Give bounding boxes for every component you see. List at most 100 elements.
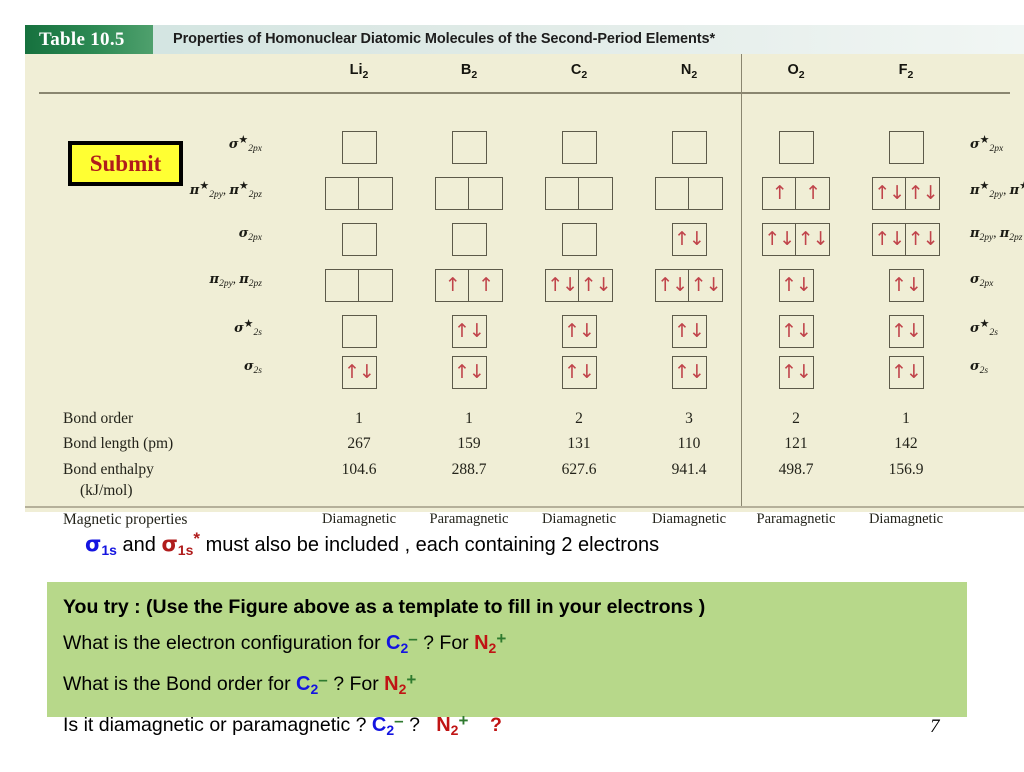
electron-box[interactable]: ↑↓ bbox=[671, 223, 707, 256]
orbital-cell-pi-2p-or-sigma-2px-col4[interactable]: ↑↓ bbox=[778, 269, 814, 302]
electron-box[interactable]: ↑↓ bbox=[671, 356, 707, 389]
orbital-cell-sigma-star-2s-col4[interactable]: ↑↓ bbox=[778, 315, 814, 348]
electron-box[interactable]: ↑↓ bbox=[795, 223, 831, 256]
electron-box[interactable]: ↑↓ bbox=[905, 223, 941, 256]
orbital-cell-sigma-star-2s-col0[interactable] bbox=[341, 315, 377, 348]
orbital-cell-sigma-2px-or-pi-2p-col4[interactable]: ↑↓ ↑↓ bbox=[761, 223, 831, 256]
electron-box[interactable] bbox=[341, 131, 377, 164]
orbital-cell-sigma-2s-col4[interactable]: ↑↓ bbox=[778, 356, 814, 389]
page-number: 7 bbox=[930, 716, 940, 737]
orbital-cell-sigma-star-2px-col2[interactable] bbox=[561, 131, 597, 164]
orbital-cell-pi-star-2p-col3[interactable] bbox=[654, 177, 724, 210]
submit-button[interactable]: Submit bbox=[68, 141, 183, 186]
electron-box[interactable] bbox=[358, 177, 394, 210]
electron-box[interactable] bbox=[671, 131, 707, 164]
orbital-cell-pi-star-2p-col0[interactable] bbox=[324, 177, 394, 210]
electron-box[interactable]: ↑↓ bbox=[761, 223, 797, 256]
electron-box[interactable]: ↑↓ bbox=[341, 356, 377, 389]
electron-box[interactable]: ↑↓ bbox=[888, 315, 924, 348]
electron-box[interactable]: ↑↓ bbox=[688, 269, 724, 302]
orbital-cell-pi-star-2p-col5[interactable]: ↑↓ ↑↓ bbox=[871, 177, 941, 210]
orbital-cell-sigma-star-2s-col5[interactable]: ↑↓ bbox=[888, 315, 924, 348]
electron-box[interactable]: ↑ bbox=[795, 177, 831, 210]
electron-box[interactable] bbox=[324, 177, 360, 210]
single-electron-arrow: ↑ bbox=[444, 274, 461, 296]
electron-box[interactable]: ↑↓ bbox=[778, 315, 814, 348]
electron-box[interactable] bbox=[578, 177, 614, 210]
electron-box[interactable] bbox=[451, 223, 487, 256]
paired-electron-arrows: ↑↓ bbox=[764, 228, 795, 250]
electron-box[interactable]: ↑ bbox=[468, 269, 504, 302]
electron-box[interactable] bbox=[341, 223, 377, 256]
electron-box[interactable] bbox=[561, 223, 597, 256]
electron-box[interactable]: ↑↓ bbox=[778, 356, 814, 389]
electron-box[interactable] bbox=[341, 315, 377, 348]
electron-box[interactable] bbox=[654, 177, 690, 210]
electron-box[interactable]: ↑ bbox=[434, 269, 470, 302]
electron-box[interactable] bbox=[434, 177, 470, 210]
left-orbital-label-5: σ2s bbox=[243, 359, 262, 376]
orbital-cell-sigma-star-2s-col2[interactable]: ↑↓ bbox=[561, 315, 597, 348]
paired-electron-arrows: ↑↓ bbox=[797, 228, 829, 250]
orbital-cell-pi-star-2p-col1[interactable] bbox=[434, 177, 504, 210]
orbital-cell-sigma-2px-or-pi-2p-col0[interactable] bbox=[341, 223, 377, 256]
orbital-cell-pi-star-2p-col2[interactable] bbox=[544, 177, 614, 210]
orbital-cell-sigma-2s-col5[interactable]: ↑↓ bbox=[888, 356, 924, 389]
electron-box[interactable]: ↑↓ bbox=[778, 269, 814, 302]
orbital-cell-sigma-2px-or-pi-2p-col3[interactable]: ↑↓ bbox=[671, 223, 707, 256]
electron-box[interactable]: ↑↓ bbox=[871, 177, 907, 210]
electron-box[interactable] bbox=[544, 177, 580, 210]
paired-electron-arrows: ↑↓ bbox=[874, 228, 905, 250]
electron-box[interactable]: ↑↓ bbox=[561, 356, 597, 389]
orbital-cell-sigma-star-2s-col1[interactable]: ↑↓ bbox=[451, 315, 487, 348]
electron-box[interactable]: ↑↓ bbox=[578, 269, 614, 302]
left-orbital-label-0: σ★2px bbox=[228, 134, 262, 154]
electron-box[interactable]: ↑↓ bbox=[888, 269, 924, 302]
electron-box[interactable] bbox=[561, 131, 597, 164]
electron-box[interactable]: ↑↓ bbox=[451, 356, 487, 389]
electron-box[interactable] bbox=[688, 177, 724, 210]
electron-box[interactable] bbox=[451, 131, 487, 164]
electron-box[interactable] bbox=[888, 131, 924, 164]
orbital-cell-pi-2p-or-sigma-2px-col1[interactable]: ↑ ↑ bbox=[434, 269, 504, 302]
orbital-cell-sigma-2px-or-pi-2p-col5[interactable]: ↑↓ ↑↓ bbox=[871, 223, 941, 256]
electron-box[interactable]: ↑ bbox=[761, 177, 797, 210]
electron-box[interactable]: ↑↓ bbox=[888, 356, 924, 389]
orbital-cell-pi-2p-or-sigma-2px-col3[interactable]: ↑↓ ↑↓ bbox=[654, 269, 724, 302]
electron-box[interactable]: ↑↓ bbox=[671, 315, 707, 348]
electron-box[interactable] bbox=[778, 131, 814, 164]
orbital-cell-pi-2p-or-sigma-2px-col0[interactable] bbox=[324, 269, 394, 302]
orbital-cell-sigma-2s-col0[interactable]: ↑↓ bbox=[341, 356, 377, 389]
orbital-cell-pi-star-2p-col4[interactable]: ↑ ↑ bbox=[761, 177, 831, 210]
column-header-band: Li2 B2 C2 N2 O2 F2 bbox=[25, 54, 1024, 92]
electron-box[interactable] bbox=[324, 269, 360, 302]
orbital-cell-sigma-star-2s-col3[interactable]: ↑↓ bbox=[671, 315, 707, 348]
orbital-cell-sigma-star-2px-col1[interactable] bbox=[451, 131, 487, 164]
table-panel: Table 10.5 Properties of Homonuclear Dia… bbox=[25, 25, 1024, 528]
orbital-cell-sigma-2s-col2[interactable]: ↑↓ bbox=[561, 356, 597, 389]
electron-box[interactable]: ↑↓ bbox=[451, 315, 487, 348]
right-orbital-label-2: π2py, π2pz bbox=[970, 225, 1023, 243]
q-bondorder-text-b: ? For bbox=[333, 673, 379, 695]
electron-box[interactable]: ↑↓ bbox=[654, 269, 690, 302]
electron-box[interactable]: ↑↓ bbox=[905, 177, 941, 210]
electron-box[interactable] bbox=[358, 269, 394, 302]
orbital-cell-sigma-star-2px-col3[interactable] bbox=[671, 131, 707, 164]
paired-electron-arrows: ↑↓ bbox=[891, 320, 922, 342]
orbital-cell-sigma-star-2px-col0[interactable] bbox=[341, 131, 377, 164]
orbital-cell-sigma-2px-or-pi-2p-col1[interactable] bbox=[451, 223, 487, 256]
orbital-cell-sigma-star-2px-col4[interactable] bbox=[778, 131, 814, 164]
orbital-cell-sigma-2s-col1[interactable]: ↑↓ bbox=[451, 356, 487, 389]
paired-electron-arrows: ↑↓ bbox=[907, 182, 939, 204]
orbital-cell-pi-2p-or-sigma-2px-col5[interactable]: ↑↓ bbox=[888, 269, 924, 302]
electron-box[interactable]: ↑↓ bbox=[544, 269, 580, 302]
orbital-cell-sigma-2px-or-pi-2p-col2[interactable] bbox=[561, 223, 597, 256]
column-header-symbol: Li bbox=[349, 62, 363, 78]
electron-box[interactable]: ↑↓ bbox=[871, 223, 907, 256]
electron-box[interactable]: ↑↓ bbox=[561, 315, 597, 348]
orbital-cell-pi-2p-or-sigma-2px-col2[interactable]: ↑↓ ↑↓ bbox=[544, 269, 614, 302]
electron-box[interactable] bbox=[468, 177, 504, 210]
column-header-subscript: 2 bbox=[362, 68, 369, 81]
orbital-cell-sigma-star-2px-col5[interactable] bbox=[888, 131, 924, 164]
orbital-cell-sigma-2s-col3[interactable]: ↑↓ bbox=[671, 356, 707, 389]
